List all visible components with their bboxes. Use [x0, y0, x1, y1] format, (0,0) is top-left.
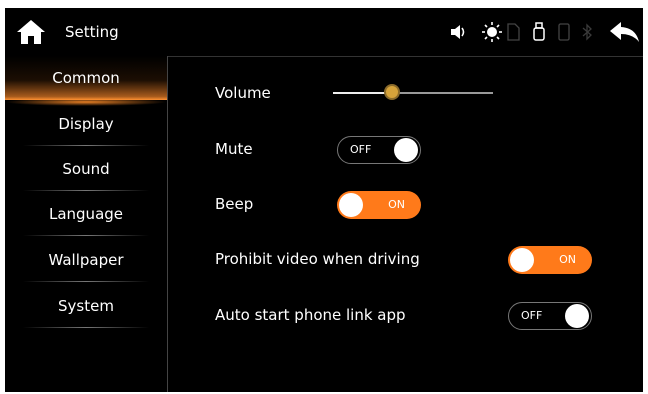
top-bar: Setting	[5, 8, 643, 57]
sidebar-item-display[interactable]: Display	[5, 102, 167, 146]
toggle-knob	[565, 304, 589, 328]
sidebar-item-wallpaper[interactable]: Wallpaper	[5, 238, 167, 282]
sd-card-icon	[507, 23, 520, 41]
toggle-knob	[510, 248, 534, 272]
home-icon[interactable]	[15, 18, 47, 46]
divider	[23, 145, 149, 146]
divider	[23, 281, 149, 282]
divider	[23, 327, 149, 328]
sidebar: Common Display Sound Language Wallpaper …	[5, 56, 168, 392]
volume-label: Volume	[215, 84, 271, 102]
settings-screen: Setting Common Display Sound Language Wa…	[5, 8, 643, 392]
toggle-state-text: ON	[388, 198, 405, 211]
brightness-icon	[482, 22, 502, 42]
beep-toggle[interactable]: ON	[337, 191, 421, 219]
auto-start-toggle[interactable]: OFF	[508, 302, 592, 330]
speaker-icon	[451, 25, 465, 39]
toggle-knob	[394, 138, 418, 162]
sidebar-item-sound[interactable]: Sound	[5, 147, 167, 191]
mute-toggle[interactable]: OFF	[337, 136, 421, 164]
sidebar-item-label: System	[58, 297, 114, 315]
prohibit-video-toggle[interactable]: ON	[508, 246, 592, 274]
volume-slider[interactable]	[333, 84, 493, 100]
sidebar-item-label: Display	[58, 115, 114, 133]
sidebar-item-system[interactable]: System	[5, 284, 167, 328]
mute-label: Mute	[215, 140, 253, 158]
sidebar-item-language[interactable]: Language	[5, 192, 167, 236]
sidebar-item-label: Language	[48, 205, 124, 223]
beep-label: Beep	[215, 195, 254, 213]
toggle-state-text: OFF	[350, 143, 372, 156]
toggle-state-text: OFF	[521, 309, 543, 322]
sidebar-item-label: Wallpaper	[48, 251, 124, 269]
usb-icon	[533, 22, 545, 41]
phone-icon	[558, 23, 570, 41]
volume-slider-handle[interactable]	[384, 84, 401, 100]
prohibit-video-label: Prohibit video when driving	[215, 250, 420, 268]
sidebar-item-common[interactable]: Common	[5, 56, 167, 106]
sidebar-item-label: Sound	[62, 160, 110, 178]
divider	[23, 235, 149, 236]
bluetooth-icon	[582, 23, 592, 41]
divider	[23, 190, 149, 191]
auto-start-label: Auto start phone link app	[215, 306, 406, 324]
toggle-state-text: ON	[559, 253, 576, 266]
page-title: Setting	[65, 23, 119, 41]
toggle-knob	[339, 193, 363, 217]
back-arrow-icon[interactable]	[609, 20, 641, 44]
sidebar-item-label: Common	[52, 69, 120, 87]
